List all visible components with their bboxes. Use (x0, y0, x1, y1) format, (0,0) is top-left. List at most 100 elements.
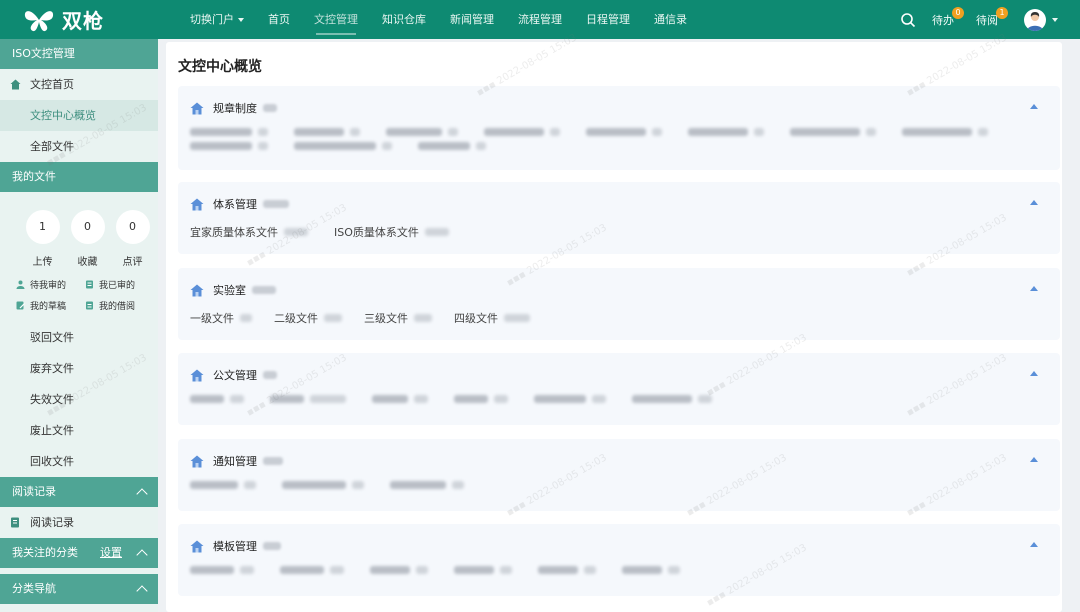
card-header[interactable]: 模板管理 (190, 538, 281, 554)
quick-link-borrowed[interactable]: 我的借阅 (85, 299, 154, 312)
home-icon (10, 79, 21, 90)
redacted-item[interactable] (294, 142, 392, 150)
redacted-item[interactable] (538, 566, 596, 574)
card-header[interactable]: 公文管理 (190, 367, 277, 383)
redacted-item[interactable] (688, 128, 764, 136)
todo-button[interactable]: 待办 0 (932, 6, 964, 28)
card-header[interactable]: 通知管理 (190, 453, 283, 469)
sidebar-item-invalid[interactable]: 失效文件 (0, 384, 158, 415)
counter-favorite[interactable]: 0 收藏 (65, 210, 110, 268)
card-title: 体系管理 (213, 198, 257, 211)
redacted-item[interactable] (902, 128, 988, 136)
sidebar: ISO文控管理 文控首页 文控中心概览 全部文件 我的文件 1 上传 0 收藏 … (0, 39, 158, 612)
card-title: 实验室 (213, 284, 246, 297)
quick-link-reviewed[interactable]: 我已审的 (85, 278, 154, 291)
chevron-up-icon (136, 549, 148, 561)
counter-label: 点评 (122, 257, 143, 268)
redacted-item[interactable] (190, 142, 268, 150)
home-category-icon (190, 102, 204, 114)
avatar[interactable] (1024, 8, 1046, 31)
nav-item-schedule[interactable]: 日程管理 (574, 0, 642, 39)
nav-item-document-control[interactable]: 文控管理 (302, 0, 370, 39)
nav-item-news[interactable]: 新闻管理 (438, 0, 506, 39)
card-items (190, 395, 1038, 403)
sidebar-section-reading[interactable]: 阅读记录 (0, 477, 158, 507)
sidebar-item-rejected[interactable]: 驳回文件 (0, 322, 158, 353)
redacted-item[interactable] (372, 395, 428, 403)
sidebar-item-all-files[interactable]: 全部文件 (0, 131, 158, 162)
nav-item-knowledge-base[interactable]: 知识仓库 (370, 0, 438, 39)
sidebar-section-my-files: 我的文件 (0, 162, 158, 192)
redacted-item[interactable] (280, 566, 344, 574)
redacted-item[interactable] (190, 128, 268, 136)
redacted-item[interactable] (534, 395, 606, 403)
redacted-item[interactable] (622, 566, 680, 574)
category-item[interactable]: 宜家质量体系文件 (190, 224, 308, 240)
butterfly-logo-icon (24, 10, 54, 31)
collapse-arrow-icon[interactable] (1030, 104, 1038, 109)
redacted-item[interactable] (282, 481, 364, 489)
quick-link-label: 我的借阅 (99, 302, 136, 312)
todo-label: 待办 (932, 13, 954, 27)
collapse-arrow-icon[interactable] (1030, 371, 1038, 376)
sidebar-item-home[interactable]: 文控首页 (0, 69, 158, 100)
page-title: 文控中心概览 (178, 59, 262, 75)
card-header[interactable]: 实验室 (190, 282, 276, 298)
category-item[interactable]: 三级文件 (364, 310, 432, 326)
nav-item-contacts[interactable]: 通信录 (642, 0, 699, 39)
redacted-item[interactable] (454, 395, 508, 403)
redacted-item[interactable] (294, 128, 360, 136)
redacted-item[interactable] (370, 566, 428, 574)
redacted-item[interactable] (454, 566, 512, 574)
quick-link-pending-review[interactable]: 待我审的 (16, 278, 85, 291)
sidebar-item-discarded[interactable]: 废弃文件 (0, 353, 158, 384)
sidebar-item-recycled[interactable]: 回收文件 (0, 446, 158, 477)
redacted-item[interactable] (386, 128, 458, 136)
settings-link[interactable]: 设置 (100, 538, 122, 568)
sidebar-section-category-nav[interactable]: 分类导航 (0, 574, 158, 604)
switch-portal-menu[interactable]: 切换门户 (178, 0, 256, 39)
sidebar-item-overview[interactable]: 文控中心概览 (0, 100, 158, 131)
redacted-item[interactable] (190, 566, 254, 574)
card-title: 规章制度 (213, 102, 257, 115)
category-card-notices: 通知管理 (178, 439, 1060, 511)
category-card-official-docs: 公文管理 (178, 353, 1060, 425)
counter-upload[interactable]: 1 上传 (20, 210, 65, 268)
chevron-down-icon[interactable] (1052, 17, 1058, 22)
quick-link-drafts[interactable]: 我的草稿 (16, 299, 85, 312)
collapse-arrow-icon[interactable] (1030, 286, 1038, 291)
redacted-item[interactable] (190, 481, 256, 489)
search-icon[interactable] (900, 12, 916, 28)
card-title: 通知管理 (213, 455, 257, 468)
redacted-item[interactable] (270, 395, 346, 403)
collapse-arrow-icon[interactable] (1030, 457, 1038, 462)
nav-item-workflow[interactable]: 流程管理 (506, 0, 574, 39)
category-item[interactable]: ISO质量体系文件 (334, 224, 449, 240)
card-header[interactable]: 体系管理 (190, 196, 289, 212)
app-logo[interactable]: 双枪 (0, 5, 158, 34)
category-item[interactable]: 四级文件 (454, 310, 530, 326)
redacted-item[interactable] (586, 128, 662, 136)
card-header[interactable]: 规章制度 (190, 100, 277, 116)
quick-links: 待我审的 我已审的 我的草稿 我的借阅 (0, 268, 158, 312)
sidebar-section-followed[interactable]: 我关注的分类 设置 (0, 538, 158, 568)
sidebar-item-abolished[interactable]: 废止文件 (0, 415, 158, 446)
toread-button[interactable]: 待阅 1 (976, 6, 1008, 28)
redacted-count (263, 457, 283, 465)
home-category-icon (190, 540, 204, 552)
redacted-item[interactable] (390, 481, 464, 489)
category-item[interactable]: 一级文件 (190, 310, 252, 326)
redacted-item[interactable] (418, 142, 486, 150)
sidebar-item-reading-log[interactable]: 阅读记录 (0, 507, 158, 538)
counter-comment[interactable]: 0 点评 (110, 210, 155, 268)
redacted-item[interactable] (190, 395, 244, 403)
redacted-item[interactable] (484, 128, 560, 136)
category-item[interactable]: 二级文件 (274, 310, 342, 326)
redacted-item[interactable] (632, 395, 712, 403)
reading-log-icon (11, 517, 19, 528)
redacted-item[interactable] (790, 128, 876, 136)
collapse-arrow-icon[interactable] (1030, 200, 1038, 205)
nav-item-home[interactable]: 首页 (256, 0, 302, 39)
collapse-arrow-icon[interactable] (1030, 542, 1038, 547)
top-right-tools: 待办 0 待阅 1 (900, 0, 1058, 39)
